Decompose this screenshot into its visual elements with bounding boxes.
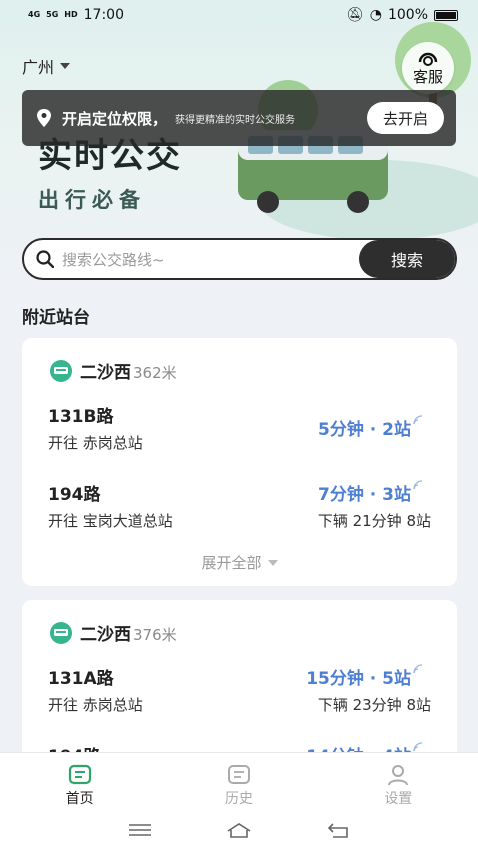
- route-destination: 开往 赤岗总站: [48, 434, 143, 452]
- home-icon: [68, 764, 91, 785]
- expand-all-label: 展开全部: [201, 554, 262, 572]
- route-name: 194路: [48, 485, 101, 505]
- tab-history-label: 历史: [224, 791, 253, 807]
- signal-5g-icon: 5G: [46, 10, 59, 19]
- tab-home-label: 首页: [65, 791, 94, 807]
- route-destination: 开往 赤岗总站: [48, 696, 143, 714]
- location-banner-subtitle: 获得更精准的实时公交服务: [175, 114, 296, 126]
- search-input[interactable]: 搜索公交路线~: [62, 249, 359, 270]
- signal-4g-icon: 4G: [28, 10, 41, 19]
- city-label: 广州: [22, 58, 55, 77]
- enable-location-button[interactable]: 去开启: [366, 102, 444, 134]
- route-destination: 开往 宝岗大道总站: [48, 512, 173, 530]
- search-icon: [36, 250, 54, 268]
- route-row[interactable]: 131A路 开往 赤岗总站 15分钟 · 5站 下辆 23分钟 8站: [48, 646, 431, 724]
- location-permission-banner: 开启定位权限， 获得更精准的实时公交服务 去开启: [22, 90, 456, 146]
- location-pin-icon: [37, 109, 51, 127]
- stop-name: 二沙西: [80, 363, 131, 383]
- back-icon[interactable]: [325, 821, 351, 839]
- route-eta: 5分钟 · 2站: [318, 415, 423, 440]
- location-banner-title: 开启定位权限，: [62, 109, 168, 128]
- customer-service-button[interactable]: 客服: [402, 42, 454, 94]
- search-bar: 搜索公交路线~ 搜索: [22, 238, 457, 280]
- realtime-signal-icon: [413, 742, 423, 752]
- route-next-bus: 下辆 23分钟 8站: [317, 696, 431, 714]
- tab-settings-label: 设置: [384, 791, 413, 807]
- hero-subtitle: 出行必备: [38, 188, 146, 212]
- history-icon: [227, 765, 250, 784]
- stop-header[interactable]: 二沙西 376米: [48, 600, 431, 646]
- hd-icon: HD: [64, 10, 78, 19]
- customer-service-label: 客服: [412, 67, 443, 86]
- bottom-navigation: 首页 历史 设置: [0, 752, 478, 850]
- stop-name: 二沙西: [80, 625, 131, 645]
- tab-home[interactable]: 首页: [0, 753, 159, 809]
- route-name: 131A路: [48, 669, 114, 689]
- stop-header[interactable]: 二沙西 362米: [48, 338, 431, 384]
- stop-distance: 362米: [133, 364, 177, 382]
- headset-icon: [418, 52, 438, 66]
- chevron-down-icon: [60, 63, 71, 69]
- expand-all-button[interactable]: 展开全部: [48, 552, 431, 573]
- route-row[interactable]: 131B路 开往 赤岗总站 5分钟 · 2站: [48, 384, 431, 462]
- stop-distance: 376米: [133, 626, 177, 644]
- wifi-icon: ◔: [369, 7, 382, 23]
- mute-icon: 🔕︎: [345, 7, 364, 23]
- tab-settings[interactable]: 设置: [319, 753, 478, 809]
- status-bar: 4G 5G HD 17:00 🔕︎ ◔ 100%: [0, 0, 478, 30]
- route-eta: 15分钟 · 5站: [306, 664, 423, 689]
- route-eta: 7分钟 · 3站: [318, 480, 423, 505]
- bus-stop-icon: [50, 360, 72, 382]
- home-nav-icon[interactable]: [226, 821, 252, 839]
- realtime-signal-icon: [413, 664, 423, 674]
- system-navigation: [0, 809, 478, 850]
- tab-history[interactable]: 历史: [159, 753, 318, 809]
- battery-percent: 100%: [387, 7, 428, 23]
- settings-icon: [388, 765, 409, 786]
- route-next-bus: 下辆 21分钟 8站: [317, 512, 431, 530]
- nearby-stops-title: 附近站台: [22, 308, 90, 328]
- route-name: 131B路: [48, 407, 114, 427]
- bus-stop-icon: [50, 622, 72, 644]
- menu-icon[interactable]: [127, 821, 153, 839]
- battery-icon: [434, 9, 458, 21]
- chevron-down-icon: [267, 559, 278, 566]
- search-button[interactable]: 搜索: [359, 240, 455, 278]
- route-row[interactable]: 194路 开往 宝岗大道总站 7分钟 · 3站 下辆 21分钟 8站: [48, 462, 431, 540]
- stop-card: 二沙西 362米 131B路 开往 赤岗总站 5分钟 · 2站 194路 开往 …: [22, 338, 457, 586]
- city-selector[interactable]: 广州: [22, 54, 71, 78]
- clock: 17:00: [83, 7, 124, 23]
- realtime-signal-icon: [413, 480, 423, 490]
- realtime-signal-icon: [413, 415, 423, 425]
